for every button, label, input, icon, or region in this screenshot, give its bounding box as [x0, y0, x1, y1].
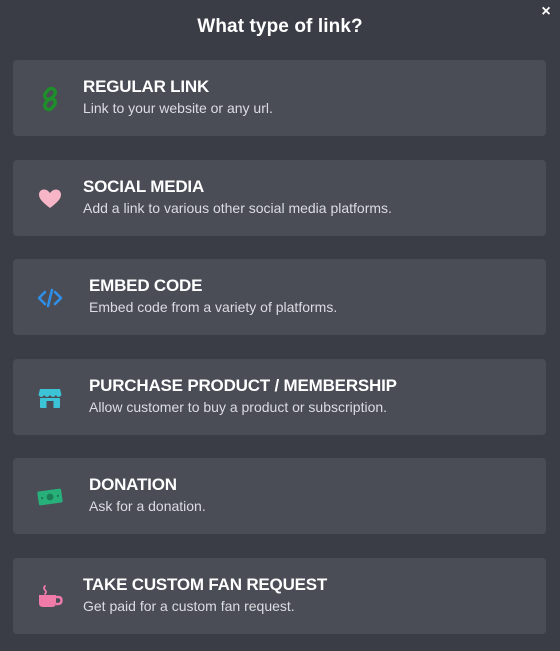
option-embed-code[interactable]: EMBED CODE Embed code from a variety of … [13, 259, 546, 335]
option-social-media[interactable]: SOCIAL MEDIA Add a link to various other… [13, 159, 546, 236]
option-description: Get paid for a custom fan request. [83, 597, 295, 614]
option-purchase-product[interactable]: PURCHASE PRODUCT / MEMBERSHIP Allow cust… [13, 358, 546, 435]
option-label: PURCHASE PRODUCT / MEMBERSHIP [89, 375, 397, 395]
code-icon [37, 285, 63, 311]
link-type-options: REGULAR LINK Link to your website or any… [13, 60, 546, 651]
money-icon [37, 484, 63, 510]
coffee-cup-icon [37, 584, 63, 610]
option-label: DONATION [89, 475, 177, 494]
option-donation[interactable]: DONATION Ask for a donation. [13, 458, 546, 534]
option-label: EMBED CODE [89, 276, 203, 295]
option-description: Add a link to various other social media… [83, 199, 392, 216]
modal-title: What type of link? [197, 16, 363, 37]
option-description: Allow customer to buy a product or subsc… [89, 398, 388, 415]
option-label: TAKE CUSTOM FAN REQUEST [83, 574, 328, 594]
option-description: Ask for a donation. [89, 498, 206, 514]
option-label: SOCIAL MEDIA [83, 176, 205, 196]
link-icon [37, 86, 63, 112]
close-button[interactable]: × [538, 4, 554, 20]
option-custom-fan-request[interactable]: TAKE CUSTOM FAN REQUEST Get paid for a c… [13, 557, 546, 634]
option-regular-link[interactable]: REGULAR LINK Link to your website or any… [13, 60, 546, 136]
option-description: Link to your website or any url. [83, 100, 273, 116]
store-icon [37, 385, 63, 411]
heart-icon [37, 186, 63, 212]
option-label: REGULAR LINK [83, 77, 210, 96]
link-type-modal: What type of link? × REGULAR LINK Link t… [0, 0, 560, 651]
option-description: Embed code from a variety of platforms. [89, 299, 338, 315]
